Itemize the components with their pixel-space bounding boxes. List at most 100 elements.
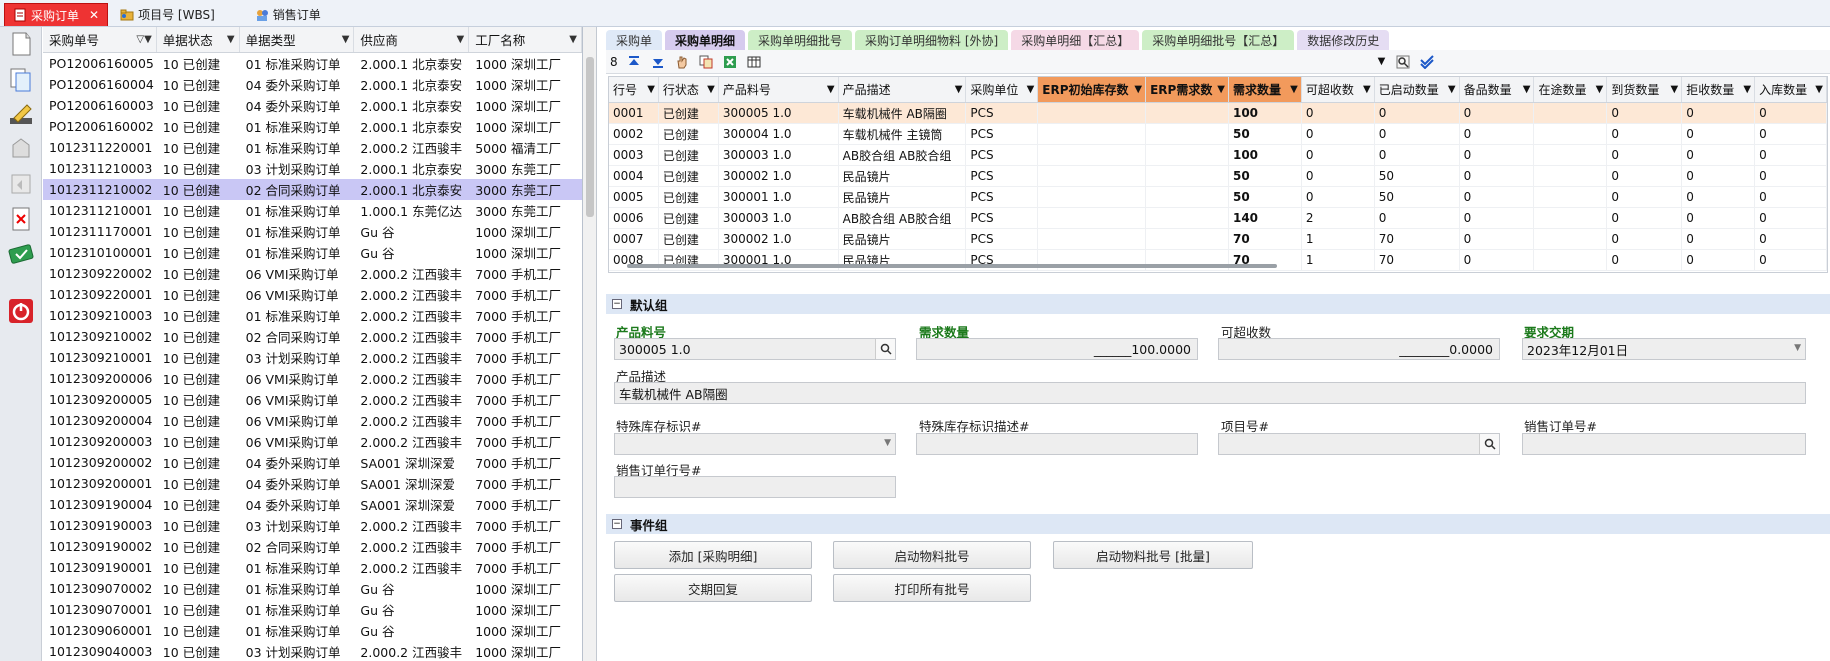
grid-column-header[interactable]: ERP初始库存数 ▼ — [1038, 77, 1147, 102]
detail-tab[interactable]: 数据修改历史 — [1297, 30, 1390, 50]
sales-order-field[interactable] — [1522, 433, 1806, 455]
grid-column-header[interactable]: 需求数量 ▼ — [1228, 77, 1302, 102]
filter-icon[interactable]: ▼ — [827, 84, 835, 95]
collapse-icon[interactable]: − — [612, 299, 622, 309]
column-header[interactable]: 单据状态 ▼ — [157, 27, 240, 52]
filter-icon[interactable]: ▼ — [1523, 84, 1531, 95]
list-item[interactable]: 1012309190002 10 已创建 02 合同采购订单 2.000.2 江西骏丰… — [43, 536, 582, 557]
start-batch-bulk-button[interactable]: 启动物料批号 [批量] — [1053, 541, 1253, 569]
column-header[interactable]: 供应商 ▼ — [354, 27, 470, 52]
approve-icon[interactable] — [6, 240, 36, 268]
filter-icon[interactable]: ▼ — [456, 34, 464, 45]
sales-order-line-field[interactable] — [614, 476, 896, 498]
list-item[interactable]: 1012309210001 10 已创建 03 计划采购订单 2.000.2 江西骏丰… — [43, 347, 582, 368]
edit-icon[interactable] — [6, 100, 36, 128]
grid-column-header[interactable]: 在途数量 ▼ — [1534, 77, 1608, 102]
grid-row[interactable]: 0007 已创建 300002 1.0 民品镜片 PCS 70 1 70 0 0 0 0 — [609, 228, 1827, 250]
filter-icon[interactable]: ▼ — [1134, 84, 1142, 95]
grid-row[interactable]: 0003 已创建 300003 1.0 AB胶合组 AB胶合组 PCS 100 0 0 0 0 0 0 — [609, 144, 1827, 166]
move-top-icon[interactable] — [624, 53, 644, 71]
new-doc-icon[interactable] — [6, 30, 36, 58]
move-bottom-icon[interactable] — [648, 53, 668, 71]
grid-column-header[interactable]: ERP需求数 ▼ — [1146, 77, 1229, 102]
filter-icon[interactable]: ▼ — [707, 84, 715, 95]
check-all-icon[interactable] — [1417, 53, 1437, 71]
detail-tab[interactable]: 采购单明细【汇总】 — [1011, 30, 1140, 50]
filter-icon[interactable]: ▼ — [1671, 84, 1679, 95]
list-item[interactable]: PO12006160003 10 已创建 04 委外采购订单 2.000.1 北京泰安… — [43, 95, 582, 116]
scrollbar-thumb[interactable] — [586, 57, 594, 217]
grid-column-header[interactable]: 入库数量 ▼ — [1755, 77, 1827, 102]
grid-row[interactable]: 0002 已创建 300004 1.0 车载机械件 主镜筒 PCS 50 0 0 0 0 0 0 — [609, 123, 1827, 145]
list-item[interactable]: PO12006160004 10 已创建 04 委外采购订单 2.000.1 北京泰安… — [43, 74, 582, 95]
grid-row[interactable]: 0004 已创建 300002 1.0 民品镜片 PCS 50 0 50 0 0 0 0 — [609, 165, 1827, 187]
filter-icon[interactable]: ▼ — [1290, 84, 1298, 95]
filter-icon[interactable]: ▼ — [1027, 84, 1035, 95]
over-receive-field[interactable]: ________0.0000 — [1218, 338, 1500, 360]
list-item[interactable]: 1012309200002 10 已创建 04 委外采购订单 SA001 深圳深爱 70… — [43, 452, 582, 473]
filter-icon[interactable]: ▼ — [1596, 84, 1604, 95]
search-icon[interactable] — [1393, 53, 1413, 71]
filter-icon[interactable]: ▼ — [955, 84, 963, 95]
print-batches-button[interactable]: 打印所有批号 — [833, 574, 1031, 602]
close-icon[interactable]: ✕ — [89, 8, 99, 22]
demand-qty-field[interactable]: ______100.0000 — [916, 338, 1198, 360]
list-item[interactable]: 1012309200001 10 已创建 04 委外采购订单 SA001 深圳深爱 70… — [43, 473, 582, 494]
grid-column-header[interactable]: 产品料号 ▼ — [719, 77, 839, 102]
delivery-date-field[interactable]: 2023年12月01日 ▼ — [1522, 338, 1806, 360]
project-no-field[interactable] — [1218, 433, 1500, 455]
grid-column-header[interactable]: 行号 ▼ — [609, 77, 659, 102]
columns-icon[interactable] — [744, 53, 764, 71]
list-item[interactable]: 1012310100001 10 已创建 01 标准采购订单 Gu 谷 1000 深圳工… — [43, 242, 582, 263]
filter-icon[interactable]: ▼ — [647, 84, 655, 95]
chevron-down-icon[interactable]: ▼ — [1794, 343, 1801, 353]
delivery-reply-button[interactable]: 交期回复 — [614, 574, 812, 602]
filter-icon[interactable]: ▼ — [1448, 84, 1456, 95]
collapse-icon[interactable]: − — [612, 519, 622, 529]
filter-icon[interactable]: ▼ — [1217, 84, 1225, 95]
list-item[interactable]: 1012309190004 10 已创建 04 委外采购订单 SA001 深圳深爱 70… — [43, 494, 582, 515]
list-item[interactable]: 1012309200004 10 已创建 06 VMI采购订单 2.000.2 江西骏… — [43, 410, 582, 431]
copy-doc-icon[interactable] — [6, 65, 36, 93]
list-item[interactable]: 1012309210002 10 已创建 02 合同采购订单 2.000.2 江西骏丰… — [43, 326, 582, 347]
chevron-down-icon[interactable]: ▼ — [884, 438, 891, 448]
filter-icon[interactable]: ▼ — [227, 34, 235, 45]
submit-icon[interactable] — [6, 135, 36, 163]
undo-icon[interactable] — [6, 170, 36, 198]
dropdown-arrow-icon[interactable]: ▼ — [1378, 56, 1386, 67]
grid-row[interactable]: 0001 已创建 300005 1.0 车载机械件 AB隔圈 PCS 100 0 0 0 0 0 0 — [609, 102, 1827, 124]
list-item[interactable]: 1012309060001 10 已创建 01 标准采购订单 Gu 谷 1000 深圳工… — [43, 620, 582, 641]
grid-column-header[interactable]: 行状态 ▼ — [659, 77, 719, 102]
list-item[interactable]: 1012311210002 10 已创建 02 合同采购订单 2.000.1 北京泰安… — [43, 179, 582, 200]
list-item[interactable]: 1012309070001 10 已创建 01 标准采购订单 Gu 谷 1000 深圳工… — [43, 599, 582, 620]
list-item[interactable]: 1012309210003 10 已创建 01 标准采购订单 2.000.2 江西骏丰… — [43, 305, 582, 326]
list-item[interactable]: 1012309220002 10 已创建 06 VMI采购订单 2.000.2 江西骏… — [43, 263, 582, 284]
tab-purchase-order[interactable]: 采购订单 ✕ — [4, 3, 109, 26]
list-item[interactable]: PO12006160002 10 已创建 01 标准采购订单 2.000.1 北京泰安… — [43, 116, 582, 137]
list-item[interactable]: 1012311210003 10 已创建 03 计划采购订单 2.000.1 北京泰安… — [43, 158, 582, 179]
detail-tab[interactable]: 采购订单明细物料 [外协] — [855, 30, 1009, 50]
list-item[interactable]: 1012311210001 10 已创建 01 标准采购订单 1.000.1 东莞亿达… — [43, 200, 582, 221]
tab-project-wbs[interactable]: 项目号 [WBS] — [112, 3, 223, 26]
default-group-header[interactable]: − 默认组 — [606, 294, 1830, 314]
list-item[interactable]: 1012311170001 10 已创建 01 标准采购订单 Gu 谷 1000 深圳工… — [43, 221, 582, 242]
list-item[interactable]: 1012309190003 10 已创建 03 计划采购订单 2.000.2 江西骏丰… — [43, 515, 582, 536]
product-code-field[interactable]: 300005 1.0 — [614, 338, 896, 360]
list-scrollbar[interactable] — [583, 27, 597, 661]
grid-column-header[interactable]: 备品数量 ▼ — [1460, 77, 1535, 102]
detail-tab[interactable]: 采购单明细批号【汇总】 — [1142, 30, 1295, 50]
filter-icon[interactable]: ▼ — [1743, 84, 1751, 95]
filter-icon[interactable]: ▼ — [342, 34, 350, 45]
filter-icon[interactable]: ▼ — [1815, 84, 1823, 95]
grid-column-header[interactable]: 拒收数量 ▼ — [1682, 77, 1756, 102]
grid-horizontal-scrollbar[interactable] — [627, 264, 1277, 268]
filter-icon[interactable]: ▽▼ — [136, 34, 151, 45]
detail-tab[interactable]: 采购单明细批号 — [748, 30, 853, 50]
list-item[interactable]: PO12006160005 10 已创建 01 标准采购订单 2.000.1 北京泰安… — [43, 53, 582, 74]
list-item[interactable]: 1012309200003 10 已创建 06 VMI采购订单 2.000.2 江西骏… — [43, 431, 582, 452]
filter-icon[interactable]: ▼ — [569, 34, 577, 45]
list-item[interactable]: 1012309200005 10 已创建 06 VMI采购订单 2.000.2 江西骏… — [43, 389, 582, 410]
export-icon[interactable] — [720, 53, 740, 71]
grid-column-header[interactable]: 已启动数量 ▼ — [1375, 77, 1460, 102]
list-item[interactable]: 1012309220001 10 已创建 06 VMI采购订单 2.000.2 江西骏… — [43, 284, 582, 305]
